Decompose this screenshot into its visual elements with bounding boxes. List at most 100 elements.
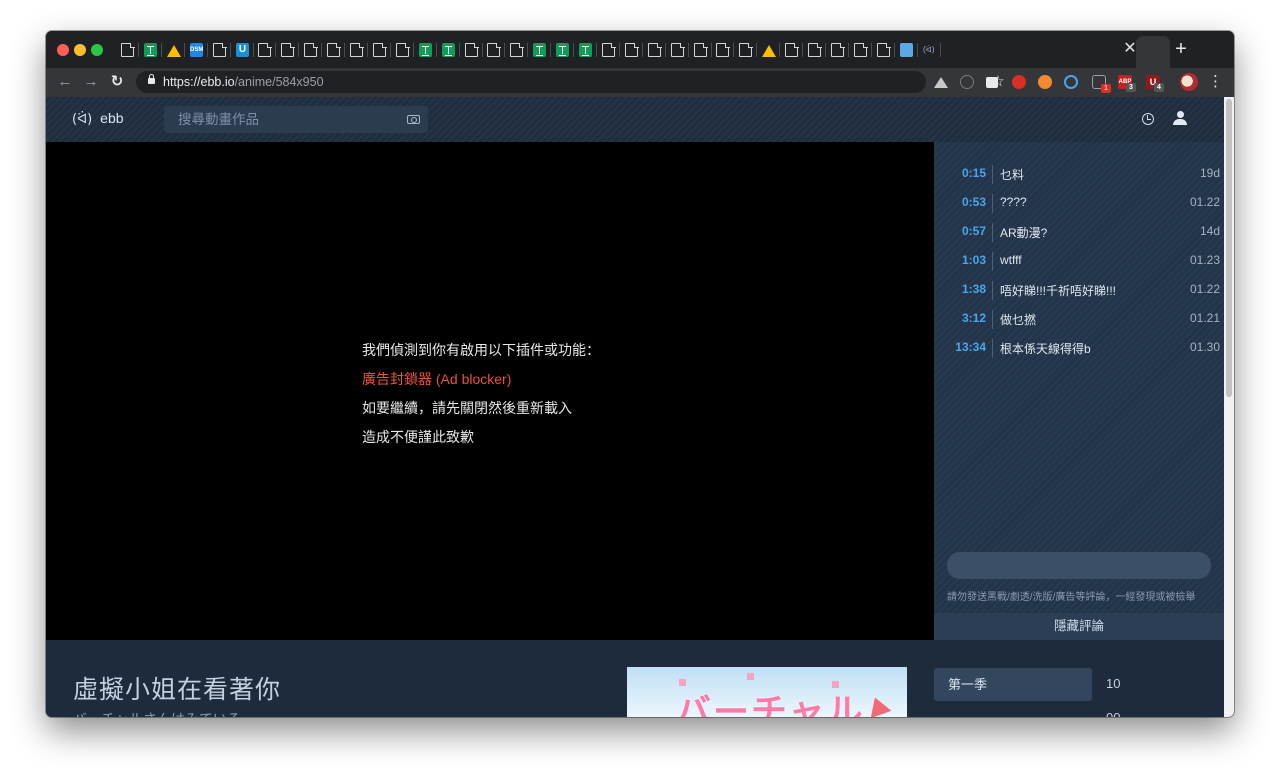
comment-input[interactable] bbox=[947, 552, 1211, 579]
tab-doc-icon[interactable] bbox=[671, 42, 685, 57]
tab-img-icon[interactable] bbox=[900, 43, 913, 57]
tab-doc-icon[interactable] bbox=[327, 42, 341, 57]
tab-separator bbox=[733, 43, 734, 57]
comment-row[interactable]: 0:15 乜料 19d bbox=[934, 160, 1224, 189]
tab-sheet-icon[interactable] bbox=[579, 43, 592, 57]
tab-close-icon[interactable]: ✕ bbox=[1122, 40, 1138, 58]
tab-doc-icon[interactable] bbox=[785, 42, 799, 57]
tab-doc-icon[interactable] bbox=[716, 42, 730, 57]
tab-doc-icon[interactable] bbox=[213, 42, 227, 57]
tab-separator bbox=[779, 43, 780, 57]
zoom-window-button[interactable] bbox=[91, 44, 103, 56]
new-tab-button[interactable]: + bbox=[1172, 38, 1190, 60]
minimize-window-button[interactable] bbox=[74, 44, 86, 56]
video-player[interactable]: 我們偵測到你有啟用以下插件或功能： 廣告封鎖器 (Ad blocker) 如要繼… bbox=[46, 142, 934, 640]
tab-doc-icon[interactable] bbox=[396, 42, 410, 57]
extension-badge: 1 bbox=[1101, 84, 1111, 93]
tab-doc-icon[interactable] bbox=[877, 42, 891, 57]
tab-sheet-icon[interactable] bbox=[419, 43, 432, 57]
site-logo[interactable]: (ᐛ) ebb bbox=[72, 110, 124, 127]
comment-row[interactable]: 13:34 根本係天線得得b 01.30 bbox=[934, 334, 1224, 363]
tab-separator bbox=[940, 43, 941, 57]
tab-doc-icon[interactable] bbox=[602, 42, 616, 57]
comment-row[interactable]: 1:38 唔好睇!!!千祈唔好睇!!! 01.22 bbox=[934, 276, 1224, 305]
card-extension-icon[interactable] bbox=[986, 77, 998, 88]
comment-timestamp[interactable]: 1:38 bbox=[934, 282, 986, 296]
active-tab[interactable] bbox=[1136, 36, 1170, 68]
tab-sheet-icon[interactable] bbox=[556, 43, 569, 57]
profile-avatar[interactable] bbox=[1180, 73, 1198, 91]
tab-separator bbox=[756, 43, 757, 57]
tab-doc-icon[interactable] bbox=[739, 42, 753, 57]
tab-dsm-icon[interactable]: DSM bbox=[190, 43, 203, 57]
comment-date: 01.21 bbox=[1189, 311, 1220, 325]
tab-separator bbox=[665, 43, 666, 57]
tab-doc-icon[interactable] bbox=[694, 42, 708, 57]
season-selector[interactable]: 第一季 bbox=[934, 668, 1092, 701]
tab-doc-icon[interactable] bbox=[304, 42, 318, 57]
comment-timestamp[interactable]: 0:57 bbox=[934, 224, 986, 238]
tab-separator bbox=[390, 43, 391, 57]
browser-menu-icon[interactable]: ⋮ bbox=[1208, 71, 1223, 93]
tab-doc-icon[interactable] bbox=[648, 42, 662, 57]
comment-text: 根本係天線得得b bbox=[1000, 342, 1091, 356]
tab-doc-icon[interactable] bbox=[510, 42, 524, 57]
address-bar[interactable]: https://ebb.io/anime/584x950 ☆ bbox=[136, 71, 1005, 93]
comment-timestamp[interactable]: 0:15 bbox=[934, 166, 986, 180]
tab-separator bbox=[298, 43, 299, 57]
anime-poster[interactable]: バーチャル bbox=[627, 667, 907, 717]
drive-extension-icon[interactable] bbox=[934, 77, 948, 88]
tab-separator bbox=[413, 43, 414, 57]
forward-button[interactable]: → bbox=[81, 71, 101, 93]
comment-timestamp[interactable]: 0:53 bbox=[934, 195, 986, 209]
tab-separator bbox=[367, 43, 368, 57]
comment-row[interactable]: 1:03 wtfff 01.23 bbox=[934, 247, 1224, 276]
play-extension-icon[interactable] bbox=[1064, 75, 1078, 89]
user-icon[interactable] bbox=[1173, 111, 1187, 125]
tab-ebb-icon[interactable]: (ᐛ) bbox=[923, 43, 941, 57]
tab-doc-icon[interactable] bbox=[281, 42, 295, 57]
orange-extension-icon[interactable] bbox=[1038, 75, 1052, 89]
anime-info-section: 虛擬小姐在看著你 バーチャルさんはみている バーチャル 第一季 10 00 bbox=[46, 640, 1224, 717]
comment-timestamp[interactable]: 13:34 bbox=[934, 340, 986, 354]
comment-timestamp[interactable]: 1:03 bbox=[934, 253, 986, 267]
history-clock-icon[interactable] bbox=[1142, 113, 1154, 125]
scrollbar-thumb[interactable] bbox=[1226, 99, 1232, 397]
tab-sheet-icon[interactable] bbox=[533, 43, 546, 57]
tab-sheet-icon[interactable] bbox=[442, 43, 455, 57]
page-scrollbar[interactable] bbox=[1224, 97, 1234, 717]
tab-doc-icon[interactable] bbox=[350, 42, 364, 57]
tab-doc-icon[interactable] bbox=[854, 42, 868, 57]
tab-doc-icon[interactable] bbox=[258, 42, 272, 57]
info-extension-icon[interactable] bbox=[960, 75, 974, 89]
glasses-extension-icon[interactable]: 1 bbox=[1092, 75, 1111, 93]
comment-row[interactable]: 0:57 AR動漫? 14d bbox=[934, 218, 1224, 247]
back-button[interactable]: ← bbox=[55, 71, 75, 93]
comment-timestamp[interactable]: 3:12 bbox=[934, 311, 986, 325]
tab-separator bbox=[436, 43, 437, 57]
close-window-button[interactable] bbox=[57, 44, 69, 56]
adblock-plus-icon[interactable]: ABP 3 bbox=[1118, 75, 1136, 92]
ublock-icon[interactable]: U 4 bbox=[1146, 75, 1164, 92]
comment-date: 01.23 bbox=[1189, 253, 1220, 267]
tab-doc-icon[interactable] bbox=[808, 42, 822, 57]
tab-doc-icon[interactable] bbox=[831, 42, 845, 57]
tab-separator bbox=[825, 43, 826, 57]
reload-button[interactable]: ↻ bbox=[107, 71, 127, 93]
tab-sheet-icon[interactable] bbox=[144, 43, 157, 57]
tab-doc-icon[interactable] bbox=[465, 42, 479, 57]
camera-icon[interactable] bbox=[407, 115, 420, 124]
tab-u-icon[interactable]: U bbox=[236, 43, 249, 57]
tab-drive-icon[interactable] bbox=[167, 44, 181, 57]
hide-comments-button[interactable]: 隱藏評論 bbox=[934, 613, 1224, 640]
tab-doc-icon[interactable] bbox=[487, 42, 501, 57]
tab-doc-icon[interactable] bbox=[121, 42, 135, 57]
search-input[interactable] bbox=[164, 106, 408, 133]
tab-doc-icon[interactable] bbox=[625, 42, 639, 57]
tab-drive-icon[interactable] bbox=[762, 44, 776, 57]
red-extension-icon[interactable] bbox=[1012, 75, 1026, 89]
tab-doc-icon[interactable] bbox=[373, 42, 387, 57]
comment-text: wtfff bbox=[1000, 253, 1022, 267]
comment-row[interactable]: 3:12 做乜撚 01.21 bbox=[934, 305, 1224, 334]
comment-row[interactable]: 0:53???? 01.22 bbox=[934, 189, 1224, 218]
